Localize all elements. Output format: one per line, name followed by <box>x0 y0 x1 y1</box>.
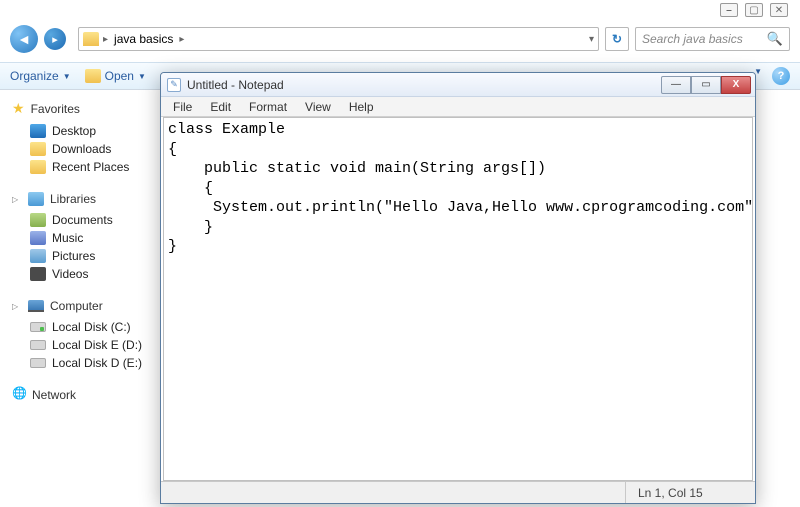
sidebar-item-disk-c[interactable]: Local Disk (C:) <box>12 318 158 336</box>
menu-edit[interactable]: Edit <box>202 98 239 116</box>
parent-close-button[interactable]: ✕ <box>770 3 788 17</box>
cursor-position: Ln 1, Col 15 <box>625 482 755 503</box>
pictures-icon <box>30 249 46 263</box>
menu-file[interactable]: File <box>165 98 200 116</box>
nav-back-button[interactable]: ◄ <box>10 25 38 53</box>
notepad-titlebar[interactable]: ✎ Untitled - Notepad — ▭ X <box>161 73 755 97</box>
notepad-statusbar: Ln 1, Col 15 <box>161 481 755 503</box>
sidebar-item-recent[interactable]: Recent Places <box>12 158 158 176</box>
breadcrumb-sep-icon: ▸ <box>103 34 108 45</box>
sidebar-item-music[interactable]: Music <box>12 229 158 247</box>
search-placeholder: Search java basics <box>642 32 743 46</box>
documents-icon <box>30 213 46 227</box>
sidebar-item-downloads[interactable]: Downloads <box>12 140 158 158</box>
search-input[interactable]: Search java basics 🔍 <box>635 27 790 51</box>
notepad-window: ✎ Untitled - Notepad — ▭ X File Edit For… <box>160 72 756 504</box>
open-icon <box>85 69 101 83</box>
parent-min-button[interactable]: ⎯ <box>720 3 738 17</box>
notepad-app-icon: ✎ <box>167 78 181 92</box>
libraries-icon <box>28 192 44 206</box>
computer-icon <box>28 300 44 312</box>
notepad-title: Untitled - Notepad <box>187 78 284 92</box>
desktop-icon <box>30 124 46 138</box>
recent-icon <box>30 160 46 174</box>
search-icon: 🔍 <box>767 31 783 47</box>
parent-window-controls: ⎯ ▢ ✕ <box>720 3 788 17</box>
breadcrumb-sep-icon: ▸ <box>179 34 184 45</box>
sidebar-group-network[interactable]: Network <box>12 388 158 402</box>
sidebar-item-pictures[interactable]: Pictures <box>12 247 158 265</box>
refresh-button[interactable]: ↻ <box>605 27 629 51</box>
downloads-icon <box>30 142 46 156</box>
disk-icon <box>30 358 46 368</box>
parent-max-button[interactable]: ▢ <box>745 3 763 17</box>
help-button[interactable]: ? <box>772 67 790 85</box>
expand-icon: ▷ <box>12 195 22 204</box>
sidebar-item-documents[interactable]: Documents <box>12 211 158 229</box>
breadcrumb-dropdown-icon[interactable]: ▾ <box>589 34 594 45</box>
notepad-min-button[interactable]: — <box>661 76 691 94</box>
menu-format[interactable]: Format <box>241 98 295 116</box>
network-icon <box>12 388 26 402</box>
notepad-menubar: File Edit Format View Help <box>161 97 755 117</box>
nav-forward-button[interactable]: ▸ <box>44 28 66 50</box>
expand-icon: ▷ <box>12 302 22 311</box>
folder-icon <box>83 32 99 46</box>
music-icon <box>30 231 46 245</box>
breadcrumb[interactable]: ▸ java basics ▸ ▾ <box>78 27 599 51</box>
notepad-text-area[interactable]: class Example { public static void main(… <box>163 117 753 481</box>
sidebar-item-videos[interactable]: Videos <box>12 265 158 283</box>
notepad-close-button[interactable]: X <box>721 76 751 94</box>
disk-icon <box>30 340 46 350</box>
sidebar-item-desktop[interactable]: Desktop <box>12 122 158 140</box>
address-bar-row: ◄ ▸ ▸ java basics ▸ ▾ ↻ Search java basi… <box>0 24 800 54</box>
open-button[interactable]: Open ▼ <box>85 69 146 83</box>
menu-view[interactable]: View <box>297 98 339 116</box>
sidebar-item-disk-e[interactable]: Local Disk E (D:) <box>12 336 158 354</box>
disk-icon <box>30 322 46 332</box>
sidebar-item-disk-d[interactable]: Local Disk D (E:) <box>12 354 158 372</box>
menu-help[interactable]: Help <box>341 98 382 116</box>
navigation-sidebar: ★ Favorites Desktop Downloads Recent Pla… <box>0 92 158 507</box>
dropdown-icon: ▼ <box>63 72 71 81</box>
videos-icon <box>30 267 46 281</box>
organize-button[interactable]: Organize ▼ <box>10 69 71 83</box>
sidebar-group-favorites[interactable]: ★ Favorites <box>12 100 158 117</box>
notepad-max-button[interactable]: ▭ <box>691 76 721 94</box>
breadcrumb-item[interactable]: java basics <box>112 32 175 46</box>
star-icon: ★ <box>12 100 25 117</box>
sidebar-group-computer[interactable]: ▷ Computer <box>12 299 158 313</box>
sidebar-group-libraries[interactable]: ▷ Libraries <box>12 192 158 206</box>
dropdown-icon: ▼ <box>138 72 146 81</box>
